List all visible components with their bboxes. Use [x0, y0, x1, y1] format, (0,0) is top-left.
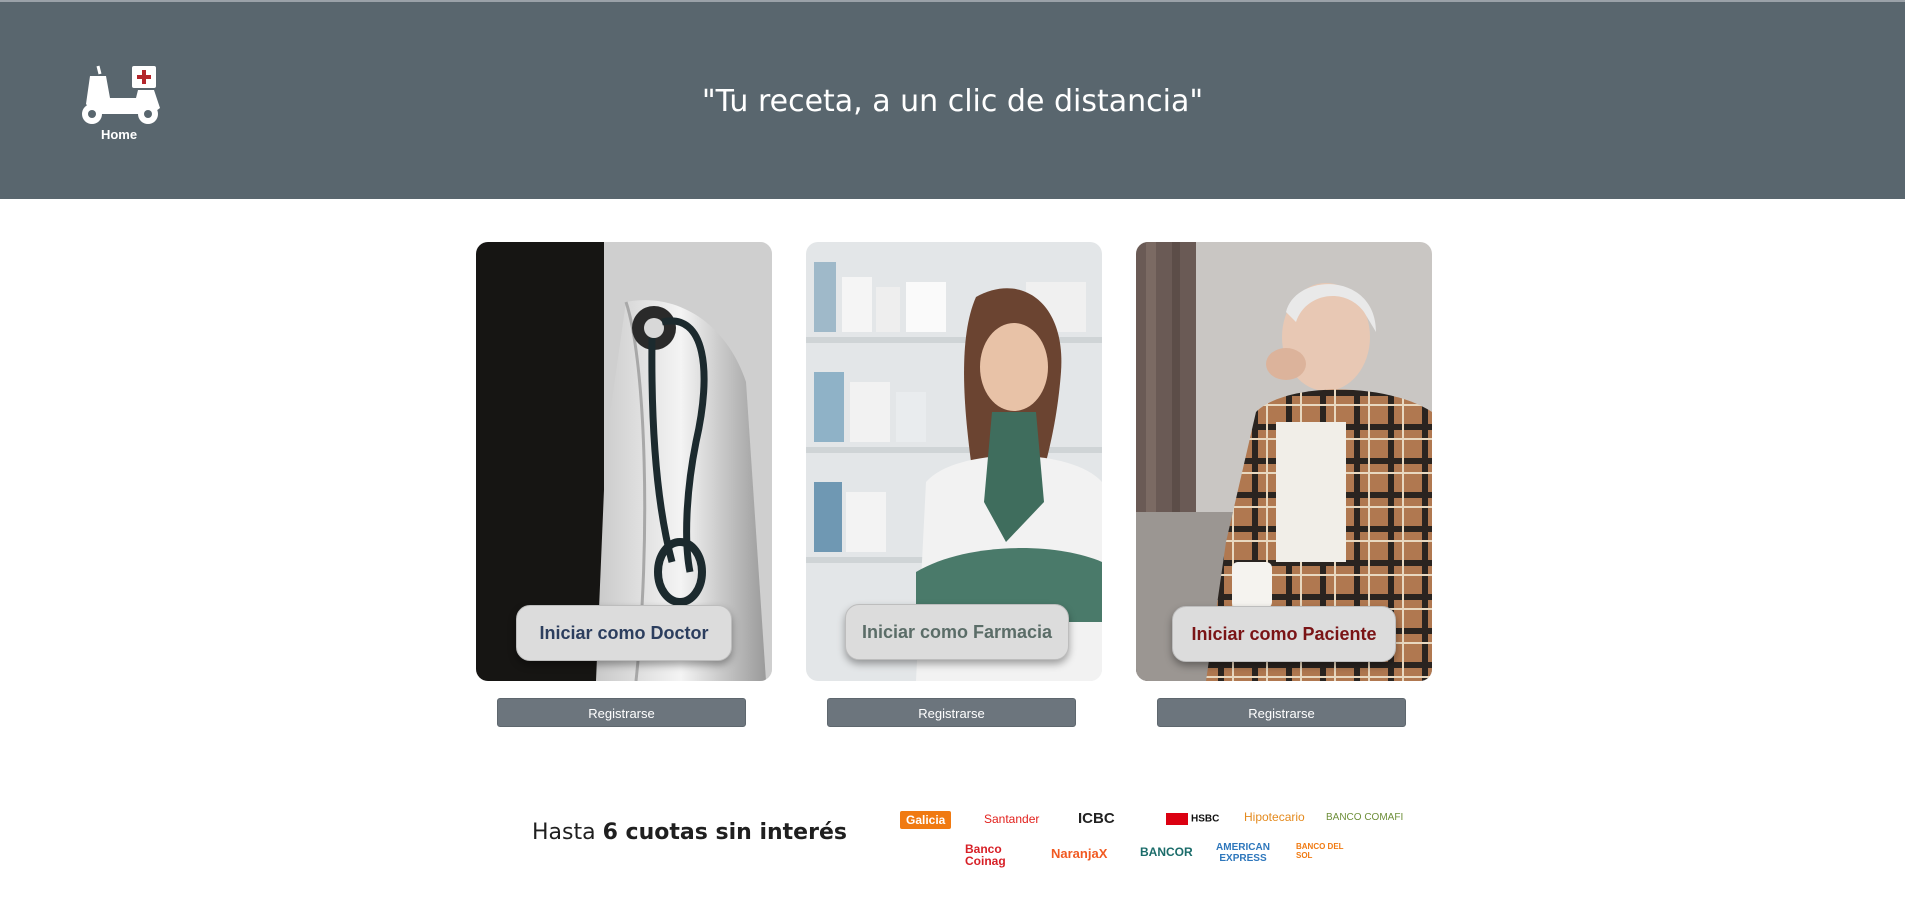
icbc-logo: ICBC — [1078, 810, 1115, 827]
bancodelsol-logo: BANCO DEL SOL — [1296, 842, 1344, 860]
register-doctor-button[interactable]: Registrarse — [497, 698, 746, 727]
coinag-logo: Banco Coinag — [965, 842, 1006, 868]
galicia-logo: Galicia — [900, 811, 952, 829]
doctor-card: Iniciar como Doctor — [476, 242, 772, 681]
comafi-logo: BANCO COMAFI — [1326, 812, 1404, 823]
amex-logo: AMERICAN EXPRESS — [1216, 842, 1270, 864]
farmacia-card: Iniciar como Farmacia — [806, 242, 1102, 681]
naranjax-logo: NaranjaX — [1051, 846, 1108, 861]
login-farmacia-button[interactable]: Iniciar como Farmacia — [845, 604, 1069, 660]
bancor-logo: BANCOR — [1140, 845, 1193, 859]
register-paciente-button[interactable]: Registrarse — [1157, 698, 1406, 727]
santander-logo: Santander — [984, 812, 1040, 826]
paciente-card: Iniciar como Paciente — [1136, 242, 1432, 681]
hsbc-hexagon-icon — [1166, 813, 1188, 825]
home-label: Home — [100, 127, 138, 142]
login-paciente-button[interactable]: Iniciar como Paciente — [1172, 606, 1396, 662]
login-doctor-button[interactable]: Iniciar como Doctor — [516, 605, 732, 661]
hsbc-logo: HSBC — [1166, 813, 1219, 825]
promo-emphasis: 6 cuotas sin interés — [602, 820, 847, 845]
installments-promo: Hasta 6 cuotas sin interés — [532, 820, 847, 845]
header-bar: Home "Tu receta, a un clic de distancia" — [0, 2, 1905, 199]
register-farmacia-button[interactable]: Registrarse — [827, 698, 1076, 727]
promo-prefix: Hasta — [532, 820, 596, 845]
hipotecario-logo: Hipotecario — [1244, 810, 1305, 824]
header-tagline: "Tu receta, a un clic de distancia" — [701, 84, 1204, 119]
